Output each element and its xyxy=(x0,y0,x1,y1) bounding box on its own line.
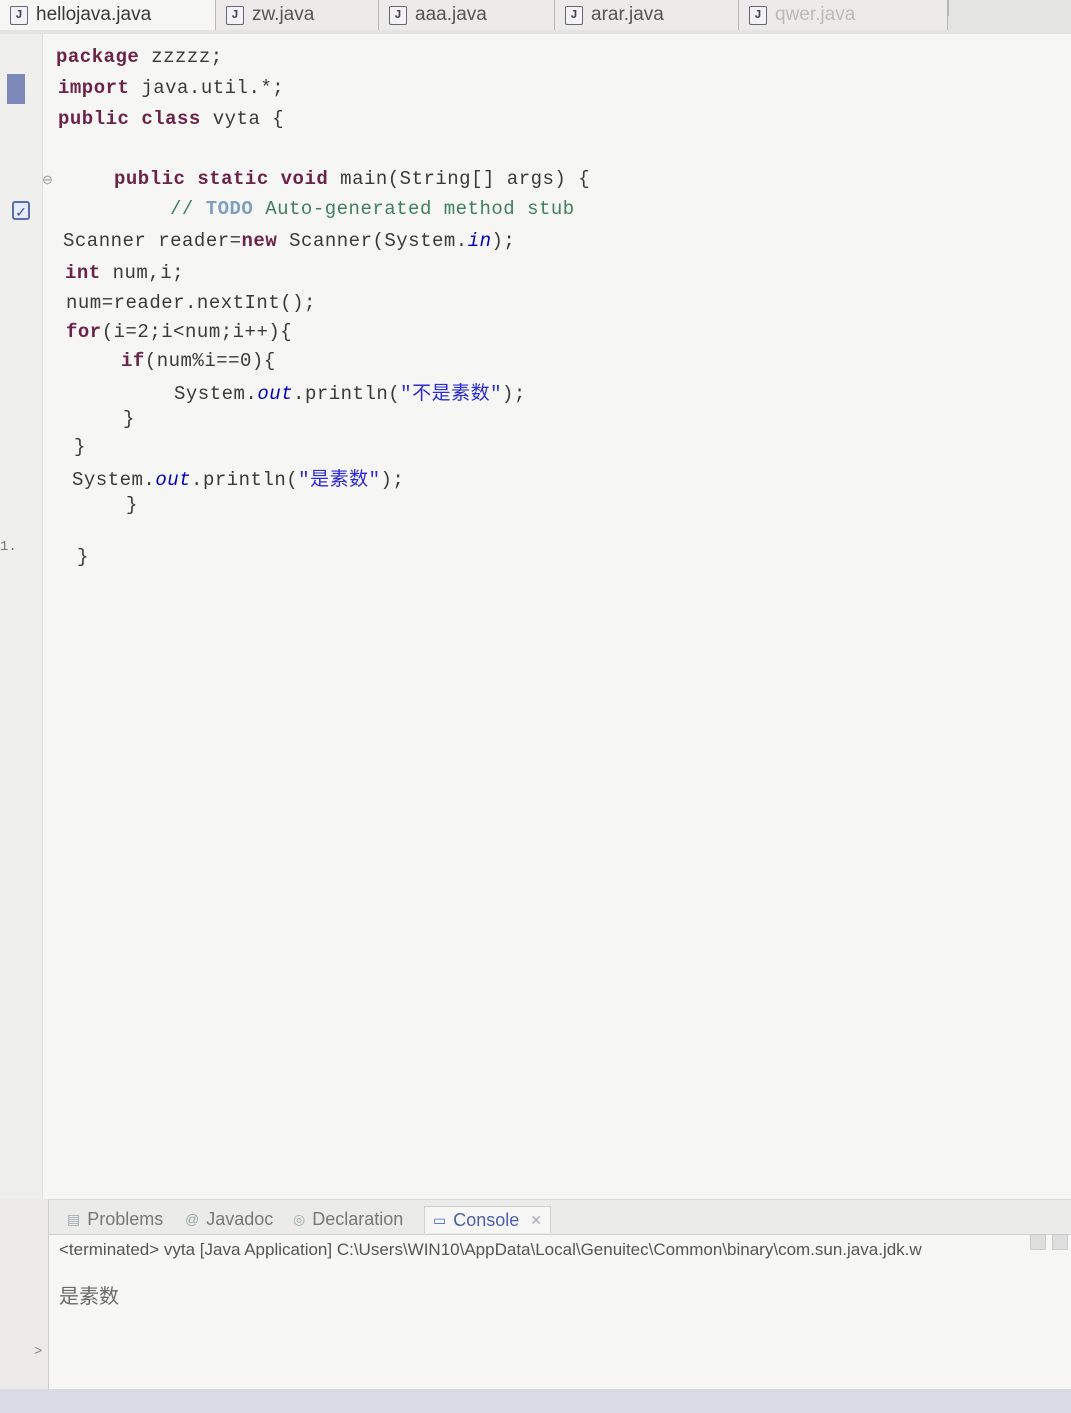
code-line: Scanner reader=new Scanner(System.in); xyxy=(63,230,516,252)
close-icon[interactable]: ✕ xyxy=(530,1212,542,1229)
taskbar-strip xyxy=(0,1389,1071,1413)
code-editor[interactable]: ✓ 1. ⊖ package zzzzz; import java.util.*… xyxy=(0,34,1071,1199)
code-line: package zzzzz; xyxy=(56,46,223,68)
declaration-icon: ◎ xyxy=(293,1210,306,1227)
code-line: // TODO Auto-generated method stub xyxy=(170,198,575,220)
tab-declaration[interactable]: ◎ Declaration xyxy=(285,1206,411,1232)
code-line: } xyxy=(74,436,86,458)
tab-bar-overflow xyxy=(948,0,1071,16)
tab-aaa[interactable]: J aaa.java xyxy=(379,0,555,30)
java-file-icon: J xyxy=(226,5,244,25)
tab-zw[interactable]: J zw.java xyxy=(216,0,379,30)
console-toolbar xyxy=(1030,1234,1068,1250)
occurrence-marker xyxy=(7,74,25,104)
tab-label: hellojava.java xyxy=(36,4,152,25)
fold-collapse-icon[interactable]: ⊖ xyxy=(42,172,53,188)
java-file-icon: J xyxy=(749,5,767,25)
terminate-button[interactable] xyxy=(1030,1234,1046,1250)
chevron-right-icon: > xyxy=(34,1342,43,1358)
panel-tab-bar: ▤ Problems @ Javadoc ◎ Declaration ▭ Con… xyxy=(49,1200,1071,1235)
code-line: if(num%i==0){ xyxy=(121,350,276,372)
code-line: System.out.println("是素数"); xyxy=(72,469,405,491)
console-output[interactable]: 是素数 xyxy=(59,1280,119,1309)
code-line: System.out.println("不是素数"); xyxy=(174,383,526,405)
tab-label: aaa.java xyxy=(415,4,487,25)
java-file-icon: J xyxy=(389,5,407,25)
code-line: for(i=2;i<num;i++){ xyxy=(66,321,293,343)
tab-console[interactable]: ▭ Console ✕ xyxy=(424,1206,552,1233)
remove-launch-button[interactable] xyxy=(1052,1234,1068,1250)
tab-arar[interactable]: J arar.java xyxy=(555,0,739,30)
code-line: import java.util.*; xyxy=(58,77,285,99)
code-line: public class vyta { xyxy=(58,108,285,130)
code-line: } xyxy=(123,408,135,430)
java-file-icon: J xyxy=(10,5,28,25)
code-line: num=reader.nextInt(); xyxy=(66,292,316,314)
bottom-panel: ▤ Problems @ Javadoc ◎ Declaration ▭ Con… xyxy=(48,1199,1071,1390)
problems-icon: ▤ xyxy=(67,1210,81,1227)
code-line: } xyxy=(77,546,89,568)
task-marker-icon[interactable]: ✓ xyxy=(12,201,30,220)
tab-label: arar.java xyxy=(591,4,664,25)
java-file-icon: J xyxy=(565,5,583,25)
tab-hellojava[interactable]: J hellojava.java xyxy=(0,0,216,30)
code-line: public static void main(String[] args) { xyxy=(114,168,591,190)
tab-javadoc[interactable]: @ Javadoc xyxy=(177,1206,281,1232)
console-process-label: <terminated> vyta [Java Application] C:\… xyxy=(59,1240,922,1259)
console-icon: ▭ xyxy=(433,1211,447,1228)
tab-problems[interactable]: ▤ Problems xyxy=(59,1206,171,1232)
left-ruler: ✓ 1. xyxy=(0,34,43,1199)
tab-label: zw.java xyxy=(252,4,315,25)
tab-label: qwer.java xyxy=(775,4,856,25)
tab-qwer[interactable]: J qwer.java xyxy=(739,0,948,30)
line-number: 1. xyxy=(0,539,17,555)
code-line: } xyxy=(126,494,138,516)
editor-tab-bar: J hellojava.java J zw.java J aaa.java J … xyxy=(0,0,1071,35)
at-icon: @ xyxy=(185,1211,200,1227)
code-line: int num,i; xyxy=(65,262,185,284)
